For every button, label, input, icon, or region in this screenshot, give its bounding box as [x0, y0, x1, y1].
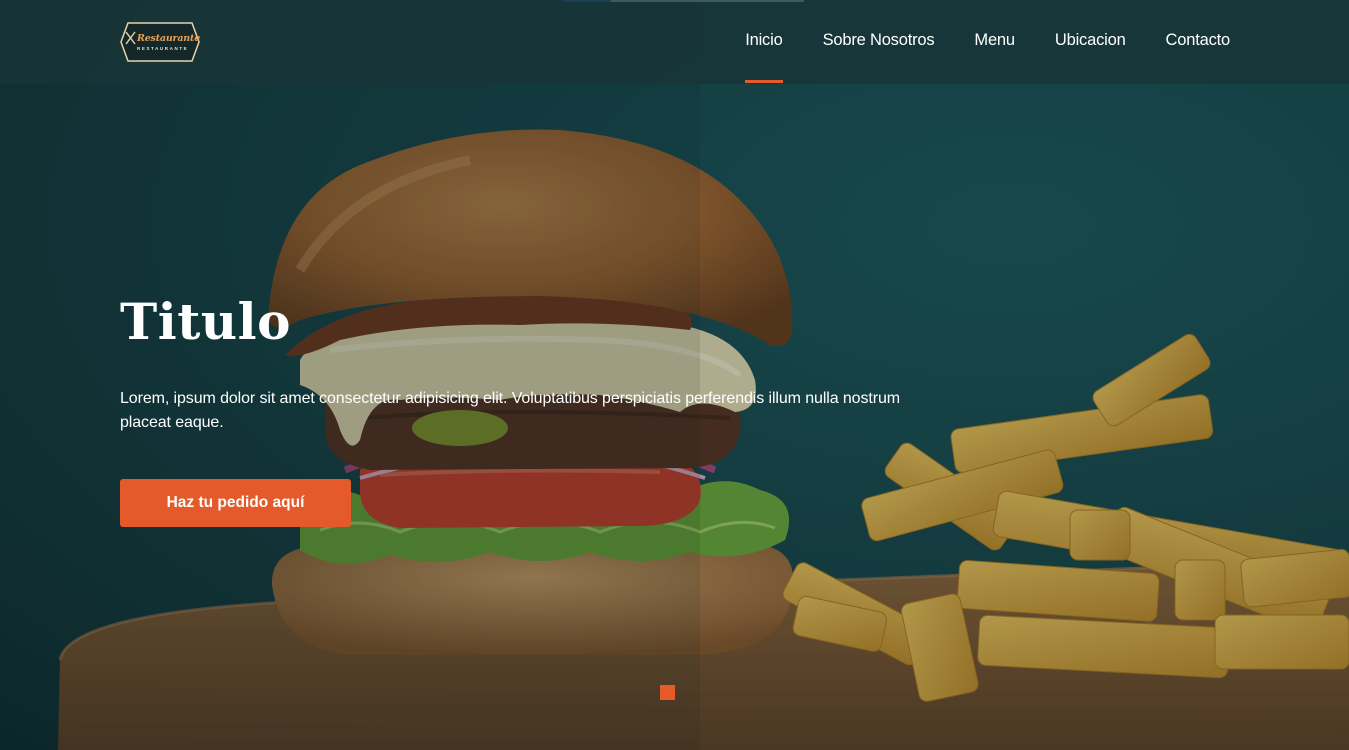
logo-subtitle: RESTAURANTE: [137, 46, 189, 51]
carousel-indicators: [660, 685, 675, 700]
nav-item-sobre-nosotros[interactable]: Sobre Nosotros: [823, 31, 935, 50]
logo-link[interactable]: Restaurante RESTAURANTE: [120, 22, 200, 62]
order-button[interactable]: Haz tu pedido aquí: [120, 479, 351, 527]
nav-item-menu[interactable]: Menu: [974, 31, 1015, 50]
nav-item-inicio[interactable]: Inicio: [745, 31, 783, 83]
nav-item-ubicacion[interactable]: Ubicacion: [1055, 31, 1126, 50]
nav-item-contacto[interactable]: Contacto: [1166, 31, 1231, 50]
hero-title: Titulo: [120, 292, 291, 351]
hero-description: Lorem, ipsum dolor sit amet consectetur …: [120, 390, 900, 431]
logo-title: Restaurante: [137, 33, 201, 44]
carousel-dot-1[interactable]: [660, 685, 675, 700]
burger-fries-image: [0, 0, 1349, 750]
main-nav: Inicio Sobre Nosotros Menu Ubicacion Con…: [705, 31, 1231, 83]
navbar: Restaurante RESTAURANTE Inicio Sobre Nos…: [0, 0, 1349, 84]
hero-section: [0, 0, 1349, 750]
